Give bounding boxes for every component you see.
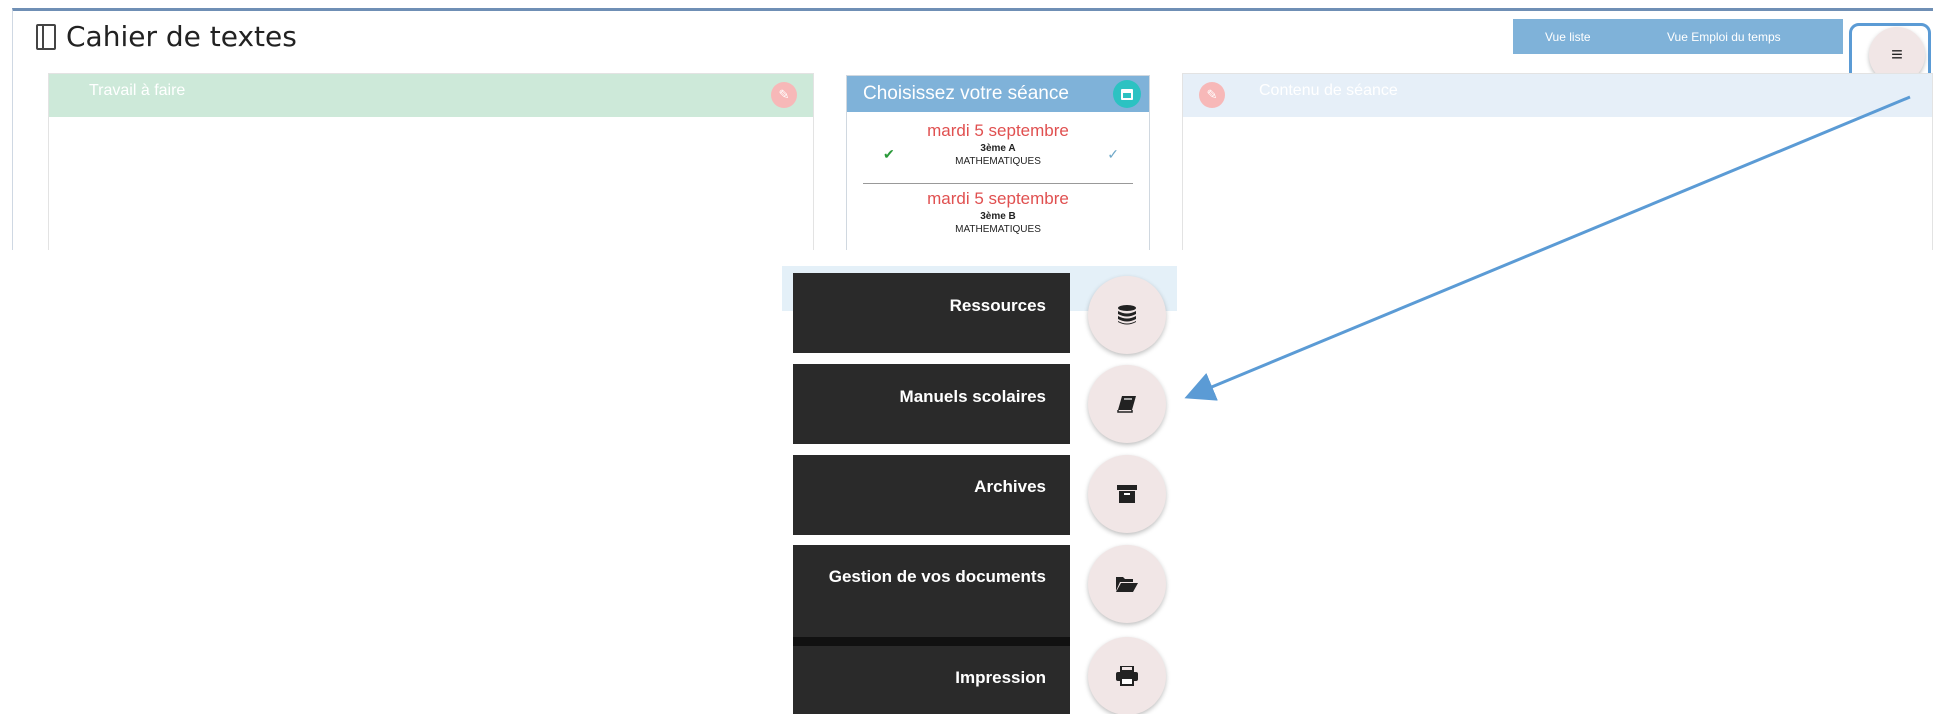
work-panel-header: Travail à faire ✎ bbox=[49, 74, 813, 117]
check-icon: ✓ bbox=[1107, 146, 1119, 162]
menu-item-label: Ressources bbox=[949, 296, 1046, 315]
divider bbox=[863, 183, 1133, 184]
view-list-button[interactable]: Vue liste bbox=[1545, 30, 1591, 44]
manuels-button[interactable] bbox=[1088, 365, 1166, 443]
menu-item-label: Manuels scolaires bbox=[899, 387, 1046, 406]
work-panel: Travail à faire ✎ bbox=[48, 73, 814, 253]
menu-item-label: Archives bbox=[974, 477, 1046, 496]
calendar-icon bbox=[1121, 88, 1133, 100]
session-item[interactable]: mardi 5 septembre 3ème A MATHEMATIQUES bbox=[863, 121, 1133, 167]
session-date: mardi 5 septembre bbox=[927, 189, 1069, 208]
database-icon bbox=[1118, 305, 1136, 325]
session-subject: MATHEMATIQUES bbox=[955, 224, 1041, 235]
menu-item-impression[interactable]: Impression bbox=[793, 637, 1070, 714]
menu-item-label: Impression bbox=[955, 668, 1046, 687]
pencil-icon: ✎ bbox=[1206, 87, 1218, 102]
session-picker-panel: Choisissez votre séance mardi 5 septembr… bbox=[846, 75, 1150, 253]
menu-item-documents[interactable]: Gestion de vos documents bbox=[793, 545, 1070, 637]
check-icon: ✔ bbox=[883, 146, 895, 162]
menu-item-manuels[interactable]: Manuels scolaires bbox=[793, 364, 1070, 444]
edit-work-button[interactable]: ✎ bbox=[771, 82, 797, 108]
calendar-button[interactable] bbox=[1113, 80, 1141, 108]
page-header: Cahier de textes bbox=[36, 20, 297, 53]
work-panel-title: Travail à faire bbox=[89, 82, 186, 99]
menu-item-archives[interactable]: Archives bbox=[793, 455, 1070, 535]
ressources-button[interactable] bbox=[1088, 276, 1166, 354]
session-content-panel: ✎ Contenu de séance bbox=[1182, 73, 1933, 253]
notebook-icon bbox=[36, 23, 56, 50]
session-content-title: Contenu de séance bbox=[1259, 82, 1398, 99]
menu-item-ressources[interactable]: Ressources bbox=[793, 273, 1070, 353]
page-title: Cahier de textes bbox=[66, 20, 297, 53]
pencil-icon: ✎ bbox=[778, 87, 790, 102]
session-content-header: ✎ Contenu de séance bbox=[1183, 74, 1932, 117]
archives-button[interactable] bbox=[1088, 455, 1166, 533]
session-picker-title: Choisissez votre séance bbox=[863, 83, 1069, 104]
session-picker-header: Choisissez votre séance bbox=[847, 76, 1149, 112]
menu-item-label: Gestion de vos documents bbox=[828, 567, 1046, 586]
view-schedule-button[interactable]: Vue Emploi du temps bbox=[1667, 30, 1781, 44]
book-icon bbox=[1117, 396, 1136, 413]
session-class: 3ème A bbox=[980, 143, 1016, 154]
view-toggle: Vue liste Vue Emploi du temps bbox=[1513, 19, 1843, 54]
session-class: 3ème B bbox=[980, 211, 1016, 222]
session-item[interactable]: mardi 5 septembre 3ème B MATHEMATIQUES bbox=[863, 189, 1133, 235]
session-subject: MATHEMATIQUES bbox=[955, 156, 1041, 167]
print-icon bbox=[1116, 666, 1138, 686]
folder-open-icon bbox=[1116, 577, 1138, 592]
documents-button[interactable] bbox=[1088, 545, 1166, 623]
edit-content-button[interactable]: ✎ bbox=[1199, 82, 1225, 108]
impression-button[interactable] bbox=[1088, 637, 1166, 714]
hamburger-icon: ≡ bbox=[1891, 43, 1903, 66]
session-date: mardi 5 septembre bbox=[927, 121, 1069, 140]
archive-icon bbox=[1117, 485, 1137, 503]
